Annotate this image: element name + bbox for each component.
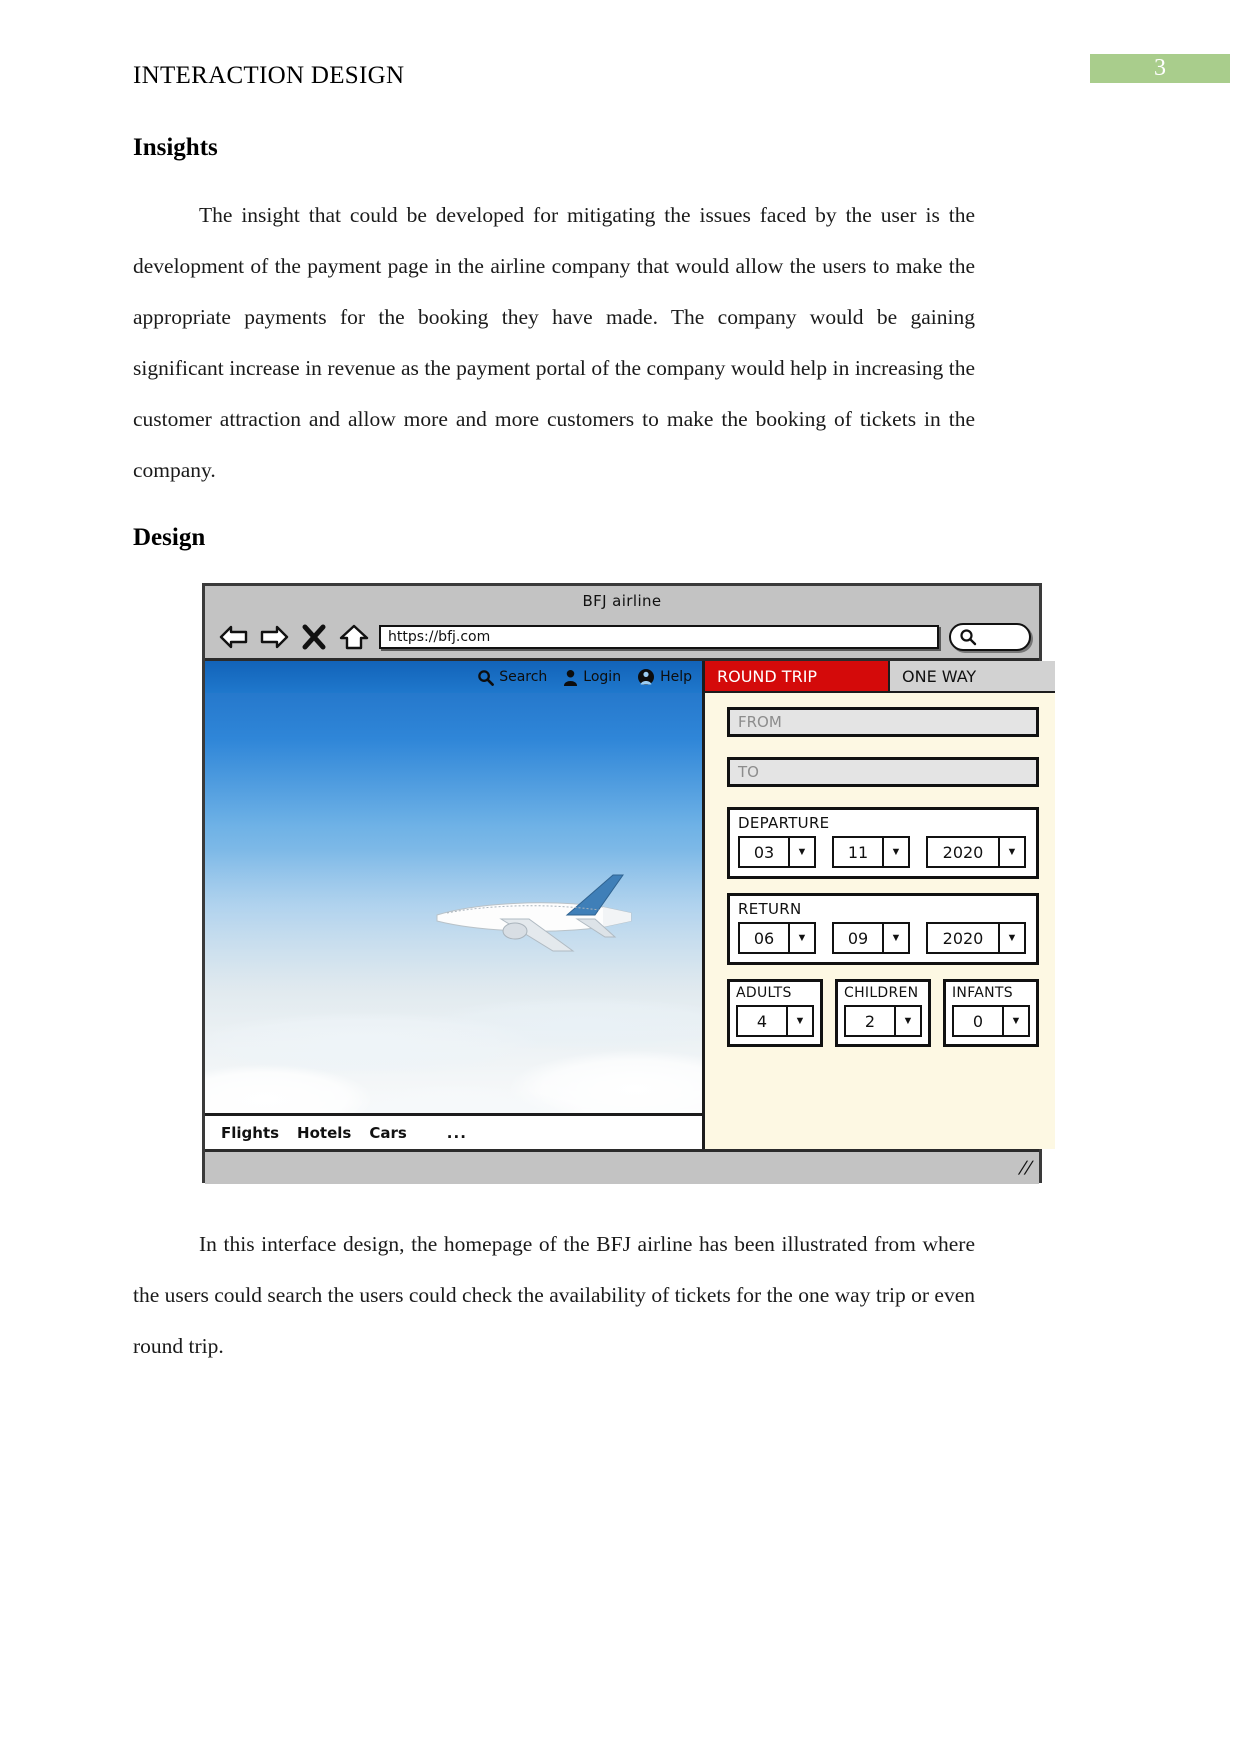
browser-toolbar: https://bfj.com — [205, 616, 1039, 661]
tab-round-trip[interactable]: ROUND TRIP — [705, 661, 890, 693]
chevron-down-icon: ▼ — [1006, 932, 1018, 944]
departure-month-select[interactable]: 11 ▼ — [832, 836, 910, 868]
paragraph-design-caption: In this interface design, the homepage o… — [133, 1232, 975, 1358]
return-group: RETURN 06 ▼ 09 ▼ 2020 ▼ — [727, 893, 1039, 965]
help-person-icon — [638, 669, 655, 685]
booking-fields: FROM TO DEPARTURE 03 ▼ 11 ▼ 2020 ▼ RETUR… — [705, 693, 1055, 1047]
return-year-select[interactable]: 2020 ▼ — [926, 922, 1026, 954]
adults-select[interactable]: 4 ▼ — [736, 1005, 814, 1037]
page-number-badge: 3 — [1090, 54, 1230, 83]
children-select[interactable]: 2 ▼ — [844, 1005, 922, 1037]
return-day-value: 06 — [740, 924, 790, 952]
magnifier-icon — [478, 669, 495, 686]
departure-day-value: 03 — [740, 838, 790, 866]
return-year-value: 2020 — [928, 924, 1000, 952]
booking-panel: ROUND TRIP ONE WAY FROM TO DEPARTURE 03 … — [702, 661, 1055, 1149]
nav-item-login[interactable]: Login — [563, 669, 621, 686]
departure-selectors: 03 ▼ 11 ▼ 2020 ▼ — [738, 836, 1028, 868]
airplane-illustration — [436, 874, 632, 952]
forward-arrow-icon[interactable] — [259, 624, 289, 650]
browser-search-box[interactable] — [949, 623, 1031, 651]
close-x-icon[interactable] — [299, 624, 329, 650]
departure-day-select[interactable]: 03 ▼ — [738, 836, 816, 868]
chevron-down-icon: ▼ — [890, 932, 902, 944]
nav-item-help[interactable]: Help — [637, 668, 692, 686]
nav-item-search-label: Search — [499, 669, 548, 685]
browser-statusbar: // — [205, 1149, 1039, 1184]
children-group: CHILDREN 2 ▼ — [835, 979, 931, 1047]
home-icon[interactable] — [339, 624, 369, 650]
passenger-selectors: ADULTS 4 ▼ CHILDREN 2 ▼ INFANTS 0 ▼ — [727, 979, 1039, 1047]
departure-year-select[interactable]: 2020 ▼ — [926, 836, 1026, 868]
bottom-nav-cars[interactable]: Cars — [369, 1124, 406, 1142]
nav-item-help-label: Help — [660, 669, 692, 685]
infants-select[interactable]: 0 ▼ — [952, 1005, 1030, 1037]
from-input[interactable]: FROM — [727, 707, 1039, 737]
bottom-nav-flights[interactable]: Flights — [221, 1124, 279, 1142]
browser-mockup: BFJ airline https://bfj.com Search Login… — [202, 583, 1055, 1184]
infants-value: 0 — [954, 1007, 1004, 1035]
to-input[interactable]: TO — [727, 757, 1039, 787]
bottom-nav-hotels[interactable]: Hotels — [297, 1124, 351, 1142]
infants-group: INFANTS 0 ▼ — [943, 979, 1039, 1047]
adults-group: ADULTS 4 ▼ — [727, 979, 823, 1047]
children-label: CHILDREN — [844, 985, 919, 1001]
site-bottom-nav: Flights Hotels Cars ... — [205, 1113, 702, 1149]
chevron-down-icon: ▼ — [796, 932, 808, 944]
back-arrow-icon[interactable] — [219, 624, 249, 650]
heading-design: Design — [133, 524, 206, 551]
user-icon — [564, 669, 578, 686]
running-head: INTERACTION DESIGN — [133, 62, 405, 89]
heading-insights: Insights — [133, 134, 218, 161]
chevron-down-icon: ▼ — [902, 1015, 914, 1027]
departure-label: DEPARTURE — [738, 814, 830, 832]
chevron-down-icon: ▼ — [890, 846, 902, 858]
return-month-value: 09 — [834, 924, 884, 952]
return-month-select[interactable]: 09 ▼ — [832, 922, 910, 954]
infants-label: INFANTS — [952, 985, 1013, 1001]
chevron-down-icon: ▼ — [1006, 846, 1018, 858]
return-day-select[interactable]: 06 ▼ — [738, 922, 816, 954]
bottom-nav-overflow[interactable]: ... — [447, 1124, 467, 1142]
page-viewport: Search Login Help Flights Hotels Cars ..… — [205, 661, 1055, 1149]
browser-title: BFJ airline — [582, 592, 662, 610]
departure-month-value: 11 — [834, 838, 884, 866]
departure-group: DEPARTURE 03 ▼ 11 ▼ 2020 ▼ — [727, 807, 1039, 879]
resize-grip-icon[interactable]: // — [1016, 1158, 1034, 1178]
nav-item-search[interactable]: Search — [477, 669, 547, 686]
document-page: INTERACTION DESIGN 3 Insights The insigh… — [0, 0, 1241, 1754]
tab-one-way[interactable]: ONE WAY — [890, 661, 1055, 693]
browser-titlebar: BFJ airline — [205, 586, 1039, 616]
return-label: RETURN — [738, 900, 802, 918]
adults-value: 4 — [738, 1007, 788, 1035]
magnifier-icon — [960, 629, 977, 646]
hero-pane: Search Login Help Flights Hotels Cars ..… — [205, 661, 702, 1149]
chevron-down-icon: ▼ — [796, 846, 808, 858]
chevron-down-icon: ▼ — [1010, 1015, 1022, 1027]
paragraph-insights: The insight that could be developed for … — [133, 203, 975, 482]
children-value: 2 — [846, 1007, 896, 1035]
from-input-placeholder: FROM — [738, 713, 782, 731]
adults-label: ADULTS — [736, 985, 792, 1001]
departure-year-value: 2020 — [928, 838, 1000, 866]
chevron-down-icon: ▼ — [794, 1015, 806, 1027]
address-bar-value: https://bfj.com — [388, 629, 491, 645]
return-selectors: 06 ▼ 09 ▼ 2020 ▼ — [738, 922, 1028, 954]
address-bar[interactable]: https://bfj.com — [379, 625, 939, 649]
trip-type-tabs: ROUND TRIP ONE WAY — [705, 661, 1055, 693]
site-top-nav: Search Login Help — [205, 661, 702, 693]
nav-item-login-label: Login — [583, 669, 622, 685]
to-input-placeholder: TO — [738, 763, 759, 781]
